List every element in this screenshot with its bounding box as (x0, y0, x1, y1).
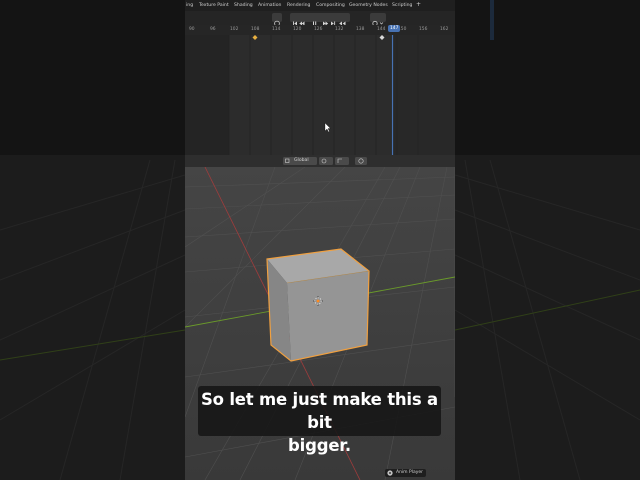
sync-dropdown[interactable] (370, 13, 386, 27)
ruler-tick: 108 (251, 27, 260, 32)
ruler-tick: 126 (314, 27, 323, 32)
add-workspace-button[interactable]: + (416, 1, 421, 8)
viewport-header: Global (185, 155, 455, 167)
ruler-tick: 102 (230, 27, 239, 32)
ruler-tick: 96 (210, 27, 216, 32)
tab-animation[interactable]: Animation (258, 3, 281, 8)
ruler-tick: 114 (272, 27, 281, 32)
caption-overlay: So let me just make this a bit bigger. (198, 386, 441, 455)
tab-shading[interactable]: Shading (234, 3, 253, 8)
ruler-tick: 144 (377, 27, 386, 32)
ruler-tick: 90 (189, 27, 195, 32)
caption-line: bigger. (288, 436, 351, 455)
snap-dropdown[interactable] (335, 157, 349, 165)
anim-player-badge: Anim Player (385, 469, 426, 477)
workspace-tab-bar: ing Texture Paint Shading Animation Rend… (185, 0, 455, 11)
ruler-tick: 120 (293, 27, 302, 32)
tab-rendering[interactable]: Rendering (287, 3, 310, 8)
transport-controls (290, 13, 350, 26)
ruler-tick: 162 (440, 27, 449, 32)
ruler-tick: 138 (356, 27, 365, 32)
tab-scripting[interactable]: Scripting (392, 3, 412, 8)
transform-orientation-label: Global (294, 158, 309, 163)
tab-compositing[interactable]: Compositing (316, 3, 345, 8)
caption-line: So let me just make this a bit (200, 390, 438, 432)
close-icon[interactable] (387, 470, 393, 476)
record-button[interactable] (272, 13, 282, 27)
anim-player-label: Anim Player (396, 470, 423, 475)
proportional-edit-button[interactable] (355, 157, 367, 165)
tab-layout[interactable]: ing (186, 3, 193, 8)
playback-bar (185, 11, 455, 27)
tab-geometry-nodes[interactable]: Geometry Nodes (349, 3, 388, 8)
ruler-tick: 132 (335, 27, 344, 32)
frame-ruler[interactable]: 90 96 102 108 114 120 126 132 138 144 15… (185, 25, 455, 35)
chevron-down-icon (379, 22, 384, 25)
ruler-tick: 156 (419, 27, 428, 32)
tab-texture-paint[interactable]: Texture Paint (199, 3, 229, 8)
current-frame-indicator[interactable]: 147 (388, 25, 401, 32)
timeline-editor[interactable] (185, 35, 455, 155)
